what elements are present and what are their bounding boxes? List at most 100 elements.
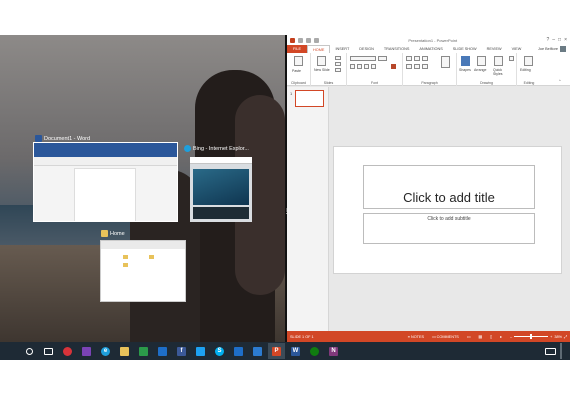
fit-slide-icon[interactable]: ⤢ [564,335,567,339]
paste-button[interactable]: Paste [292,69,301,73]
powerpoint-title-bar: Presentation1 - PowerPoint ? – □ × [287,35,570,45]
zoom-out-icon[interactable]: – [510,335,512,339]
folder-icon [101,230,108,237]
tab-design[interactable]: DESIGN [354,45,379,53]
taskbar-search[interactable] [21,343,38,359]
ribbon: Paste Clipboard New Slide Slides Font Pa… [287,53,570,86]
explorer-window-thumbnail[interactable] [100,240,186,302]
tab-review[interactable]: REVIEW [482,45,507,53]
zoom-level[interactable]: 38% [554,335,562,339]
tab-animations[interactable]: ANIMATIONS [414,45,447,53]
taskbar-app[interactable] [59,343,76,359]
shadow-icon[interactable] [371,64,376,69]
slide-thumbnail[interactable] [295,90,324,107]
font-color-icon[interactable] [391,64,396,69]
taskbar-app[interactable]: N [325,343,342,359]
ie-window-title[interactable]: Bing - Internet Explor... [184,145,249,152]
shapes-icon[interactable] [461,56,470,66]
new-slide-button[interactable]: New Slide [314,68,330,72]
arrange-button[interactable]: Arrange [474,68,486,72]
save-icon[interactable] [298,37,303,43]
taskbar-app[interactable]: e [97,343,114,359]
word-window-thumbnail[interactable] [33,142,178,222]
help-icon[interactable]: ? [546,37,549,43]
avatar [560,46,566,52]
underline-icon[interactable] [364,64,369,69]
taskbar-app[interactable]: S [211,343,228,359]
show-desktop-button[interactable] [560,343,562,359]
taskbar-task-view[interactable] [40,343,57,359]
word-window-title[interactable]: Document1 - Word [35,135,90,142]
paste-icon[interactable] [294,56,303,66]
shape-fill-icon[interactable] [509,56,514,61]
comments-button[interactable]: ▭ COMMENTS [432,334,459,340]
section-icon[interactable] [335,68,341,72]
zoom-slider[interactable] [514,334,549,339]
align-center-icon[interactable] [414,64,420,69]
tab-slide-show[interactable]: SLIDE SHOW [448,45,482,53]
touch-keyboard-icon[interactable] [545,347,556,355]
tab-file[interactable]: FILE [287,45,308,53]
reset-icon[interactable] [335,62,341,66]
mail-icon [158,346,167,356]
maximize-icon[interactable]: □ [558,37,561,43]
taskbar-app[interactable]: W [287,343,304,359]
align-right-icon[interactable] [422,64,428,69]
indent-icon[interactable] [422,56,428,61]
tab-view[interactable]: VIEW [507,45,527,53]
numbering-icon[interactable] [414,56,420,61]
slide-canvas[interactable]: Click to add title Click to add subtitle [333,146,562,274]
editing-button[interactable]: Editing [520,68,531,72]
tab-transitions[interactable]: TRANSITIONS [379,45,415,53]
font-size-select[interactable] [378,56,387,61]
group-label: Editing [523,81,535,85]
minimize-icon[interactable]: – [552,37,555,43]
align-left-icon[interactable] [406,64,412,69]
redo-icon[interactable] [314,37,319,43]
taskbar-app[interactable] [192,343,209,359]
text-direction-icon[interactable] [441,56,450,68]
taskbar-app[interactable] [78,343,95,359]
taskbar-app[interactable] [230,343,247,359]
tab-home[interactable]: HOME [307,45,331,53]
bullets-icon[interactable] [406,56,412,61]
find-icon[interactable] [524,56,533,66]
user-account[interactable]: Joe Belfiore [538,46,570,52]
arrange-icon[interactable] [477,56,486,66]
normal-view-icon[interactable]: ▭ [467,334,471,339]
drawing-group: Shapes Arrange Quick Styles Drawing [457,53,517,86]
slide-sorter-icon[interactable]: ▦ [478,334,482,339]
close-icon[interactable]: × [564,37,567,43]
quick-styles-button[interactable]: Quick Styles [493,68,505,76]
taskbar-app-active[interactable]: P [268,343,285,359]
taskbar-app[interactable] [135,343,152,359]
layout-icon[interactable] [335,56,341,60]
new-slide-icon[interactable] [317,56,326,66]
zoom-in-icon[interactable]: + [550,335,552,339]
group-label: Slides [323,81,334,85]
italic-icon[interactable] [357,64,362,69]
taskbar-app[interactable] [154,343,171,359]
subtitle-placeholder[interactable]: Click to add subtitle [363,213,535,244]
quick-styles-icon[interactable] [494,56,503,66]
slideshow-icon[interactable]: ▸ [500,334,502,339]
taskbar-app[interactable] [116,343,133,359]
zoom-control[interactable]: – + 38% ⤢ [510,334,567,339]
taskbar-app[interactable] [249,343,266,359]
title-placeholder[interactable]: Click to add title [363,165,535,209]
folder-icon [149,255,154,259]
shapes-button[interactable]: Shapes [459,68,471,72]
zoom-slider-knob[interactable] [530,334,532,339]
bold-icon[interactable] [350,64,355,69]
start-button[interactable] [2,343,19,359]
undo-icon[interactable] [306,37,311,43]
ie-window-thumbnail[interactable] [190,157,252,222]
notes-button[interactable]: ≡ NOTES [408,335,424,339]
font-name-select[interactable] [350,56,376,61]
tab-insert[interactable]: INSERT [330,45,354,53]
explorer-window-title[interactable]: Home [101,230,125,237]
taskbar-app[interactable] [306,343,323,359]
collapse-ribbon-icon[interactable]: ^ [559,79,561,83]
reading-view-icon[interactable]: ▯ [490,334,492,339]
taskbar-app[interactable]: f [173,343,190,359]
